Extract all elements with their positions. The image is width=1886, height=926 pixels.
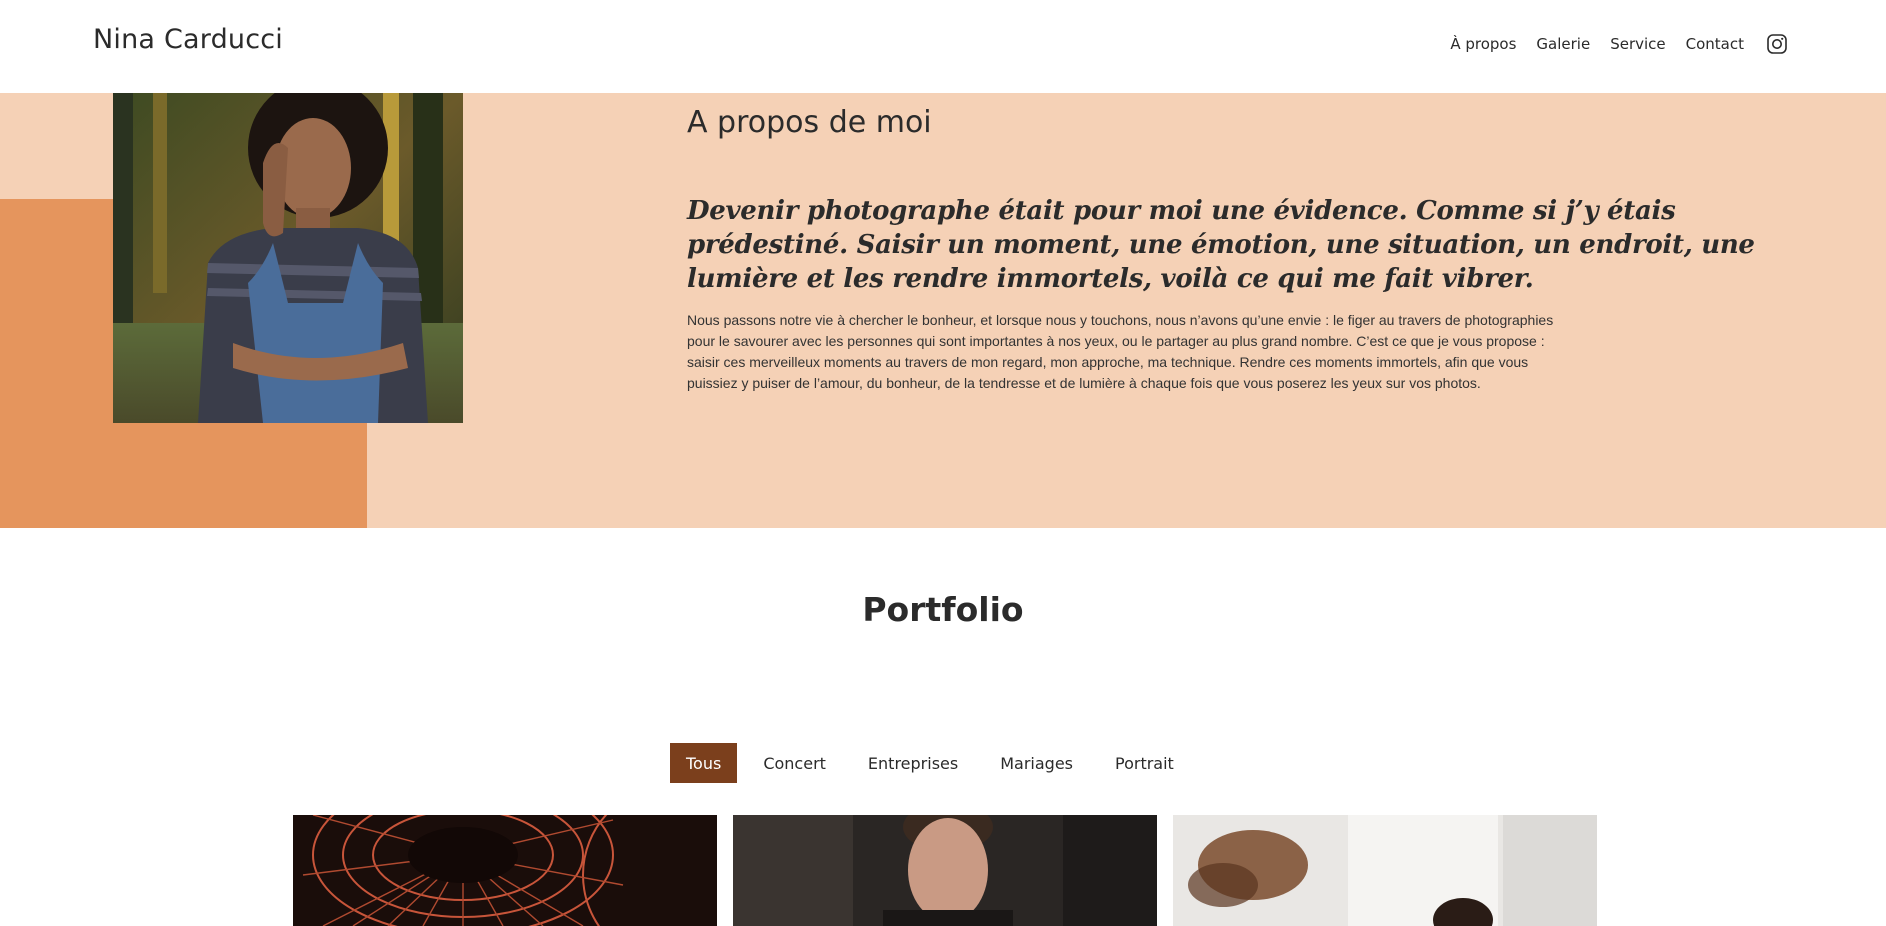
filter-concert-button[interactable]: Concert (747, 743, 842, 783)
gallery-image-dance[interactable] (1173, 815, 1597, 926)
about-section: A propos de moi Devenir photographe étai… (0, 93, 1886, 528)
portfolio-filters: Tous Concert Entreprises Mariages Portra… (670, 743, 1190, 783)
gallery-image-concert[interactable] (293, 815, 717, 926)
brand-name[interactable]: Nina Carducci (93, 24, 283, 55)
about-quote: Devenir photographe était pour moi une é… (687, 196, 1755, 294)
about-text: A propos de moi Devenir photographe étai… (687, 105, 1787, 394)
instagram-icon[interactable] (1766, 33, 1788, 55)
nav-link-apropos[interactable]: À propos (1450, 35, 1516, 53)
portfolio-title: Portfolio (862, 590, 1024, 629)
filter-entreprises-button[interactable]: Entreprises (852, 743, 974, 783)
nav-link-contact[interactable]: Contact (1686, 35, 1744, 53)
portfolio-gallery (293, 815, 1597, 926)
filter-portrait-button[interactable]: Portrait (1099, 743, 1190, 783)
main-nav: À propos Galerie Service Contact (1450, 33, 1788, 55)
profile-photo (113, 93, 463, 423)
filter-mariages-button[interactable]: Mariages (984, 743, 1089, 783)
about-title: A propos de moi (687, 105, 932, 140)
nav-link-galerie[interactable]: Galerie (1536, 35, 1590, 53)
about-body: Nous passons notre vie à chercher le bon… (687, 312, 1554, 391)
site-header: Nina Carducci À propos Galerie Service C… (0, 0, 1886, 93)
gallery-image-portrait-man[interactable] (733, 815, 1157, 926)
nav-link-service[interactable]: Service (1610, 35, 1665, 53)
filter-tous-button[interactable]: Tous (670, 743, 738, 783)
